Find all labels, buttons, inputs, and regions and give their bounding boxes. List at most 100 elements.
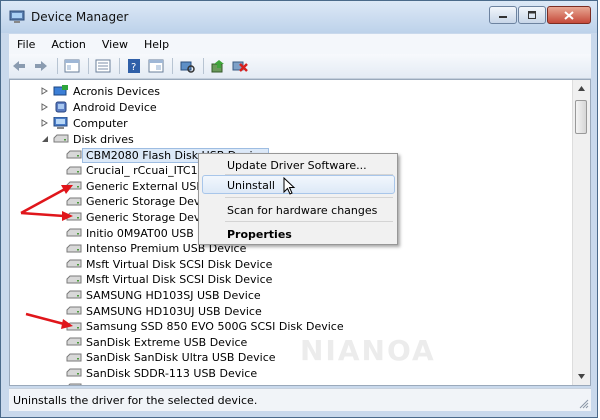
maximize-icon [528,11,536,19]
toolbar-separator [203,58,204,74]
disk-icon [66,181,82,190]
collapse-arrow-icon[interactable] [40,135,49,144]
disk-icon [66,275,82,284]
menu-properties[interactable]: Properties [227,228,292,241]
help-button[interactable]: ? [124,57,144,75]
forward-icon [35,61,47,71]
disk-drive-item[interactable]: Crucial_ rCcuai_ITC15M [66,163,214,179]
tree-category-disk-drives[interactable]: Disk drives [40,131,134,147]
menu-scan-hardware[interactable]: Scan for hardware changes [227,204,377,217]
disk-icon [66,228,82,237]
disk-icon [66,150,82,159]
disk-drive-label: SanDisk SDDR-113 USB Device [86,366,258,380]
menu-action[interactable]: Action [43,38,93,51]
uninstall-icon [232,61,248,72]
expand-arrow-icon[interactable] [40,119,49,128]
disk-drive-item[interactable]: Msft Virtual Disk SCSI Disk Device [66,272,272,288]
back-icon [13,61,25,71]
disk-drive-label: SanDisk Extreme USB Device [86,335,248,349]
disk-drive-item[interactable]: SanDisk SDDR-113 USB Device [66,365,257,381]
minimize-button[interactable] [489,6,517,24]
disk-icon [66,322,82,331]
vertical-scrollbar[interactable] [572,80,590,385]
context-menu-separator [225,174,393,175]
scroll-up-button[interactable] [573,80,590,97]
close-button[interactable] [547,6,591,24]
disk-drive-label: SAMSUNG HD103UJ USB Device [86,304,262,318]
menu-update-driver[interactable]: Update Driver Software... [227,159,367,172]
disk-icon [66,166,82,175]
properties-pane-button[interactable] [62,57,82,75]
window-title: Device Manager [31,10,129,24]
scroll-down-button[interactable] [573,368,590,385]
disk-drive-label: SAMSUNG HD103SJ USB Device [86,288,261,302]
forward-button[interactable] [31,57,51,75]
tree-category-android[interactable]: Android Device [40,99,157,115]
context-menu-separator [225,221,393,222]
device-manager-icon [9,10,25,23]
menu-help[interactable]: Help [136,38,177,51]
close-icon [564,10,574,20]
disk-drive-item[interactable]: Samsung SSD 850 EVO 500G SCSI Disk Devic… [66,319,344,335]
menu-uninstall[interactable]: Uninstall [227,179,275,192]
disk-icon [66,368,82,377]
disk-drive-item[interactable]: SanDisk Extreme USB Device [66,334,247,350]
show-hidden-icon [148,59,164,73]
scroll-thumb[interactable] [575,100,587,134]
disk-drive-label: Generic Storage Device [86,195,217,209]
status-text: Uninstalls the driver for the selected d… [13,393,258,407]
disk-icon [66,353,82,362]
toolbar: ? [9,54,591,79]
android-icon [55,101,67,113]
expand-arrow-icon[interactable] [40,87,49,96]
resize-grip-icon[interactable] [577,397,589,409]
disk-drive-label: SanDisk SanDisk Ultra USB Device [86,351,276,365]
maximize-button[interactable] [518,6,546,24]
scroll-up-icon [578,86,585,91]
back-button[interactable] [9,57,29,75]
expand-arrow-icon[interactable] [40,103,49,112]
tree-item-truncated[interactable] [66,380,86,385]
uninstall-button[interactable] [230,57,250,75]
toolbar-separator [172,58,173,74]
disk-drive-label: Msft Virtual Disk SCSI Disk Device [86,273,273,287]
help-icon: ? [128,59,140,73]
mouse-cursor-icon [283,177,296,195]
disk-icon [66,197,82,206]
scan-hardware-icon [180,61,195,73]
toolbar-separator [88,58,89,74]
disk-drive-item[interactable]: Generic Storage Device [66,209,216,225]
disk-drive-label: Generic Storage Device [86,210,217,224]
disk-drive-item[interactable]: SAMSUNG HD103UJ USB Device [66,303,262,319]
tree-category-computer[interactable]: Computer [40,115,128,131]
show-hidden-button[interactable] [146,57,166,75]
disk-drive-item[interactable]: SAMSUNG HD103SJ USB Device [66,287,261,303]
tree-label: Computer [73,116,128,130]
context-menu: Update Driver Software... Uninstall Scan… [198,153,398,245]
disk-drive-label: Samsung SSD 850 EVO 500G SCSI Disk Devic… [86,320,344,334]
minimize-icon [499,16,507,18]
disk-drive-item[interactable]: Generic Storage Device [66,194,216,210]
status-bar: Uninstalls the driver for the selected d… [9,388,591,411]
tree-category-acronis[interactable]: Acronis Devices [40,83,160,99]
device-manager-window: Device Manager File Action View Help ? N… [0,0,598,418]
disk-drive-item[interactable]: Initio 0M9AT00 USB Dev [66,225,219,241]
computer-icon [53,117,68,129]
toolbar-separator [57,58,58,74]
disk-drive-item[interactable]: Msft Virtual Disk SCSI Disk Device [66,256,272,272]
properties-pane-icon [64,59,80,73]
tree-label: Disk drives [73,132,134,146]
disk-icon [66,306,82,315]
svg-text:?: ? [131,62,136,73]
disk-drive-item[interactable]: SanDisk SanDisk Ultra USB Device [66,350,276,366]
update-driver-button[interactable] [208,57,228,75]
disk-icon [53,134,69,143]
menu-view[interactable]: View [94,38,136,51]
disk-drive-label: Msft Virtual Disk SCSI Disk Device [86,257,273,271]
menu-file[interactable]: File [9,38,43,51]
title-bar[interactable]: Device Manager [1,1,597,33]
scan-hardware-button[interactable] [177,57,197,75]
disk-icon [68,383,82,385]
context-menu-separator [225,197,393,198]
device-list-button[interactable] [93,57,113,75]
